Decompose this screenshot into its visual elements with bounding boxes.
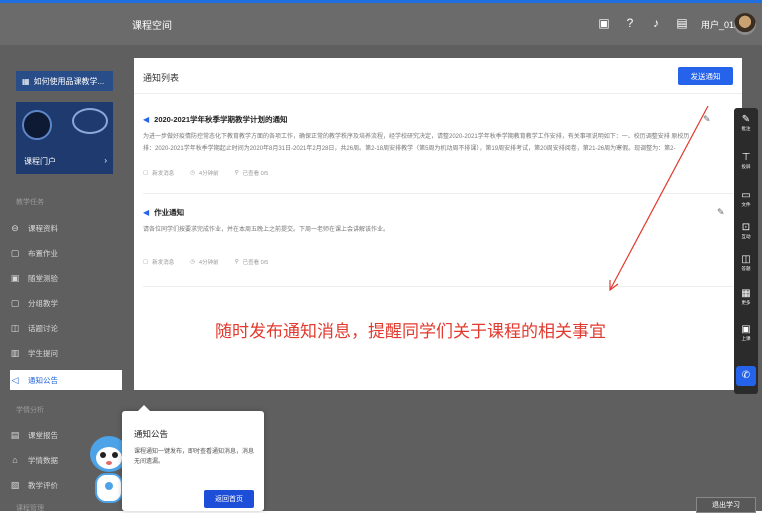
bell-icon[interactable]: ♪	[648, 15, 664, 31]
avatar[interactable]	[734, 13, 756, 35]
help-link-button[interactable]: ▦ 如何使用品课教学...	[16, 71, 113, 91]
sidebar-item-materials[interactable]: ⊖ 课程资料	[10, 218, 120, 238]
megaphone-icon: ◀	[143, 114, 150, 124]
top-bar: 课程空间 ▣ ? ♪ ▤ 用户_0113	[0, 3, 762, 45]
calendar-icon: ▢	[143, 259, 149, 265]
user-icon: ⚲	[234, 259, 239, 265]
back-home-button[interactable]: 返回首页	[204, 490, 254, 508]
report-icon: ▤	[10, 429, 20, 440]
class-icon: ▣	[741, 324, 751, 335]
annotation-arrow-line	[609, 105, 709, 291]
folder-icon: ⊖	[11, 222, 19, 233]
toolbar-answer[interactable]: ◫ 答题	[734, 254, 758, 272]
message-icon[interactable]: ▤	[674, 15, 690, 31]
annotation-text: 随时发布通知消息，提醒同学们关于课程的相关事宜	[215, 322, 606, 342]
course-portal-card[interactable]: 课程门户 ›	[16, 102, 113, 174]
user-icon: ⚲	[234, 170, 239, 176]
evaluate-icon: ▨	[10, 479, 20, 490]
annotation-arrow	[609, 105, 709, 292]
meta-time: ◷ 4分钟前	[190, 170, 219, 177]
sidebar-item-group[interactable]: ▢ 分组教学	[10, 293, 120, 313]
help-icon[interactable]: ?	[622, 15, 638, 31]
notice-title[interactable]: 2020-2021学年秋季学期教学计划的通知	[154, 114, 287, 125]
meta-read: ⚲ 已查看 0/5	[234, 259, 269, 266]
answer-icon: ◫	[741, 254, 751, 265]
chevron-right-icon: ›	[104, 156, 107, 165]
toolbar-file[interactable]: ▭ 文件	[734, 190, 758, 208]
meta-type: ▢ 新发消息	[143, 170, 175, 177]
send-notice-button[interactable]: 发送通知	[678, 67, 733, 85]
section-teaching: 教学任务	[16, 199, 44, 206]
pen-icon: ✎	[741, 114, 751, 125]
toolbar-interact[interactable]: ⊡ 互动	[734, 222, 758, 240]
data-icon: ⌂	[12, 455, 18, 465]
question-icon: ▥	[10, 347, 20, 358]
notice-tooltip: 通知公告 课程通知一键发布，即时查看通知消息，消息无间遗漏。 返回首页	[122, 405, 264, 511]
chat-icon: ◫	[10, 322, 20, 333]
cast-icon: ⊤	[741, 152, 751, 163]
section-course: 课程管理	[16, 505, 44, 512]
megaphone-icon: ◁	[11, 374, 19, 385]
screen-icon[interactable]: ▣	[596, 15, 612, 31]
toolbar-annotate[interactable]: ✎ 批注	[734, 114, 758, 132]
clipboard-icon: ▢	[10, 247, 20, 258]
calendar-icon: ▢	[143, 170, 149, 176]
meta-read: ⚲ 已查看 0/5	[234, 170, 269, 177]
sidebar-item-questions[interactable]: ▥ 学生提问	[10, 343, 120, 363]
grid-icon: ▦	[22, 76, 30, 86]
sidebar-item-homework[interactable]: ▢ 布置作业	[10, 243, 120, 263]
toolbar-more[interactable]: ▦ 更多	[734, 288, 758, 306]
meta-type: ▢ 新发消息	[143, 259, 175, 266]
sidebar-item-discussion[interactable]: ◫ 话题讨论	[10, 318, 120, 338]
megaphone-icon: ◀	[143, 207, 150, 217]
interact-icon: ⊡	[741, 222, 751, 233]
meta-time: ◷ 4分钟前	[190, 259, 219, 266]
header-divider	[134, 93, 742, 94]
quiz-icon: ▣	[10, 272, 20, 283]
toolbar-cast[interactable]: ⊤ 投屏	[734, 152, 758, 170]
clock-icon: ◷	[190, 170, 196, 176]
toolbar-class[interactable]: ▣ 上课	[734, 324, 758, 342]
app-title: 课程空间	[132, 21, 172, 32]
more-grid-icon: ▦	[741, 288, 751, 299]
course-portal-label: 课程门户	[24, 157, 56, 166]
file-icon: ▭	[741, 190, 751, 201]
help-link-label: 如何使用品课教学...	[33, 76, 105, 86]
section-analysis: 学情分析	[16, 407, 44, 414]
course-cover-circle	[22, 110, 52, 140]
tooltip-description: 课程通知一键发布，即时查看通知消息，消息无间遗漏。	[134, 449, 255, 465]
sidebar-item-notice[interactable]: ◁ 通知公告	[10, 370, 122, 390]
page-title: 通知列表	[143, 73, 180, 83]
sidebar-item-quiz[interactable]: ▣ 随堂测验	[10, 268, 120, 288]
group-icon: ▢	[10, 297, 20, 308]
toolbar-brand[interactable]: ✆	[736, 366, 756, 386]
course-cover-ring	[72, 108, 108, 134]
clock-icon: ◷	[190, 259, 196, 265]
right-toolbar: ✎ 批注 ⊤ 投屏 ▭ 文件 ⊡ 互动 ◫ 答题 ▦ 更多 ▣ 上课 ✆	[734, 108, 758, 394]
brand-logo-icon: ✆	[741, 370, 751, 381]
notice-title[interactable]: 作业通知	[154, 207, 184, 218]
tooltip-title: 通知公告	[134, 429, 169, 439]
